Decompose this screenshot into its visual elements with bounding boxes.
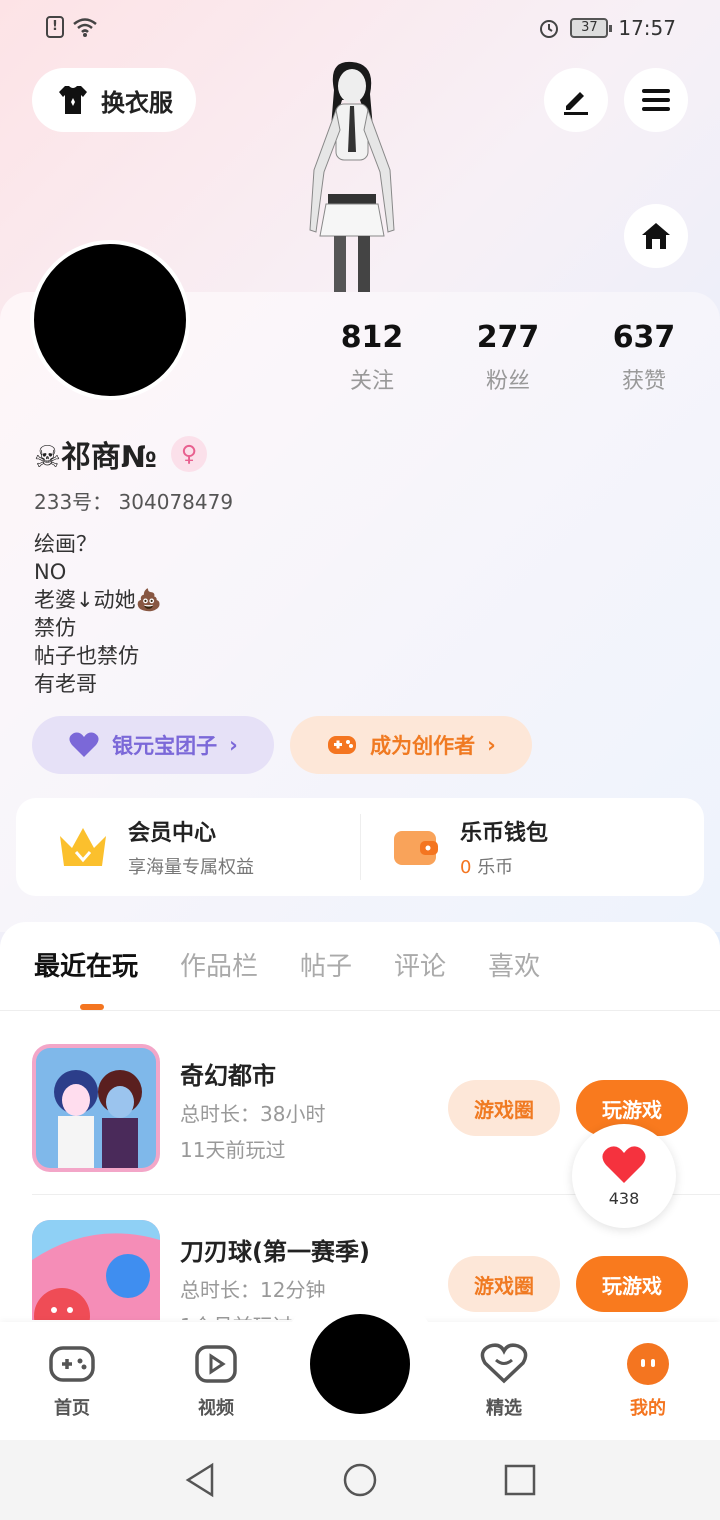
female-gender-icon: ♀ [171, 436, 207, 472]
nav-featured[interactable]: 精选 [464, 1342, 544, 1420]
bio-line: NO [34, 560, 67, 584]
avatar[interactable] [30, 240, 190, 400]
tab-comments[interactable]: 评论 [394, 946, 446, 983]
system-navigation-bar [0, 1440, 720, 1520]
heart-chat-icon [480, 1343, 528, 1384]
home-button[interactable] [624, 204, 688, 268]
nav-home-label: 首页 [54, 1398, 90, 1419]
menu-icon [642, 89, 670, 111]
bio-line: 老婆↓动她💩 [34, 588, 162, 612]
game-thumbnail[interactable] [32, 1044, 160, 1172]
bio-line: 帖子也禁仿 [34, 644, 139, 668]
game-duration: 总时长：12分钟 [180, 1278, 326, 1302]
stat-likes[interactable]: 637 获赞 [584, 320, 704, 395]
recents-icon[interactable] [504, 1464, 536, 1496]
home-circle-icon[interactable] [342, 1462, 378, 1498]
alarm-icon [540, 20, 559, 38]
nav-featured-label: 精选 [486, 1398, 522, 1419]
wifi-icon [73, 18, 97, 37]
tab-bar: 最近在玩 作品栏 帖子 评论 喜欢 [34, 946, 540, 983]
battery-indicator: 37 [570, 18, 613, 38]
nav-home[interactable]: 首页 [32, 1342, 112, 1420]
game-last-played: 1个月前玩过 [180, 1310, 293, 1320]
member-wallet-card: 会员中心 享海量专属权益 乐币钱包 0 乐币 [16, 798, 704, 896]
change-outfit-label: 换衣服 [101, 88, 173, 117]
uid-value: 304078479 [118, 490, 234, 514]
divider [360, 814, 361, 880]
bio: 绘画？ NO 老婆↓动她💩 禁仿 帖子也禁仿 有老哥 [34, 530, 162, 698]
game-last-played: 11天前玩过 [180, 1138, 286, 1162]
silver-ingot-label: 银元宝团子 [112, 734, 218, 758]
nav-mine-label: 我的 [630, 1398, 666, 1419]
heart-icon [69, 732, 99, 757]
game-duration: 总时长：38小时 [180, 1102, 326, 1126]
game-name: 奇幻都市 [180, 1062, 276, 1090]
likes-count: 637 [612, 320, 676, 355]
game-circle-button[interactable]: 游戏圈 [448, 1080, 560, 1136]
become-creator-label: 成为创作者 [370, 734, 476, 758]
stat-following[interactable]: 812 关注 [312, 320, 432, 395]
coin-wallet-subtitle: 0 乐币 [460, 853, 548, 879]
chevron-right-icon: › [487, 733, 496, 757]
game-circle-button[interactable]: 游戏圈 [448, 1256, 560, 1312]
game-art-icon [32, 1220, 160, 1320]
member-center[interactable]: 会员中心 享海量专属权益 [56, 798, 254, 896]
followers-label: 粉丝 [485, 369, 530, 394]
game-art-icon [32, 1044, 160, 1172]
tab-posts[interactable]: 帖子 [300, 946, 352, 983]
become-creator-button[interactable]: 成为创作者 › [290, 716, 532, 774]
wallet-icon [394, 831, 438, 865]
play-game-button[interactable]: 玩游戏 [576, 1256, 688, 1312]
edit-button[interactable] [544, 68, 608, 132]
uid-label: 233号： [34, 490, 113, 514]
member-center-subtitle: 享海量专属权益 [128, 857, 254, 878]
member-center-title: 会员中心 [128, 821, 217, 846]
play-icon [195, 1345, 237, 1383]
crown-icon [60, 828, 106, 866]
back-icon[interactable] [184, 1462, 216, 1498]
tab-likes[interactable]: 喜欢 [488, 946, 540, 983]
clock-time: 17:57 [618, 16, 676, 40]
gamepad-icon [328, 736, 357, 754]
shirt-icon [59, 86, 87, 114]
pen-icon [564, 92, 588, 115]
like-count: 438 [608, 1188, 640, 1208]
face-icon [627, 1343, 669, 1385]
character-figure[interactable] [296, 60, 406, 292]
tab-works[interactable]: 作品栏 [180, 946, 258, 983]
username-row: ☠祁商№ ♀ [34, 432, 207, 476]
coin-balance: 0 [460, 857, 472, 878]
following-count: 812 [340, 320, 404, 355]
change-outfit-button[interactable]: 换衣服 [32, 68, 196, 132]
nav-video[interactable]: 视频 [176, 1342, 256, 1420]
bio-line: 绘画？ [34, 532, 97, 556]
chevron-right-icon: › [229, 733, 238, 757]
center-avatar-button[interactable] [304, 1308, 416, 1420]
coin-wallet[interactable]: 乐币钱包 0 乐币 [392, 798, 548, 896]
nav-video-label: 视频 [198, 1398, 234, 1419]
username: ☠祁商№ [34, 440, 157, 475]
tab-recently-played[interactable]: 最近在玩 [34, 946, 138, 983]
coin-unit: 乐币 [477, 857, 514, 878]
game-name: 刀刃球(第一赛季) [180, 1238, 370, 1266]
like-bubble[interactable]: 438 [572, 1124, 676, 1228]
menu-button[interactable] [624, 68, 688, 132]
coin-wallet-title: 乐币钱包 [460, 821, 549, 846]
bio-line: 有老哥 [34, 672, 97, 696]
gamepad-icon [49, 1346, 95, 1382]
alert-icon: ! [46, 16, 64, 38]
heart-icon [602, 1145, 646, 1183]
bio-line: 禁仿 [34, 616, 76, 640]
home-icon [642, 223, 670, 249]
followers-count: 277 [476, 320, 540, 355]
user-id[interactable]: 233号： 304078479 [34, 486, 233, 515]
status-bar: ! 37 17:57 [0, 0, 720, 56]
likes-label: 获赞 [621, 369, 666, 394]
tabs-divider [0, 1010, 720, 1011]
nav-mine[interactable]: 我的 [608, 1342, 688, 1420]
silver-ingot-group-button[interactable]: 银元宝团子 › [32, 716, 274, 774]
following-label: 关注 [349, 369, 394, 394]
game-thumbnail[interactable] [32, 1220, 160, 1320]
stat-followers[interactable]: 277 粉丝 [448, 320, 568, 395]
